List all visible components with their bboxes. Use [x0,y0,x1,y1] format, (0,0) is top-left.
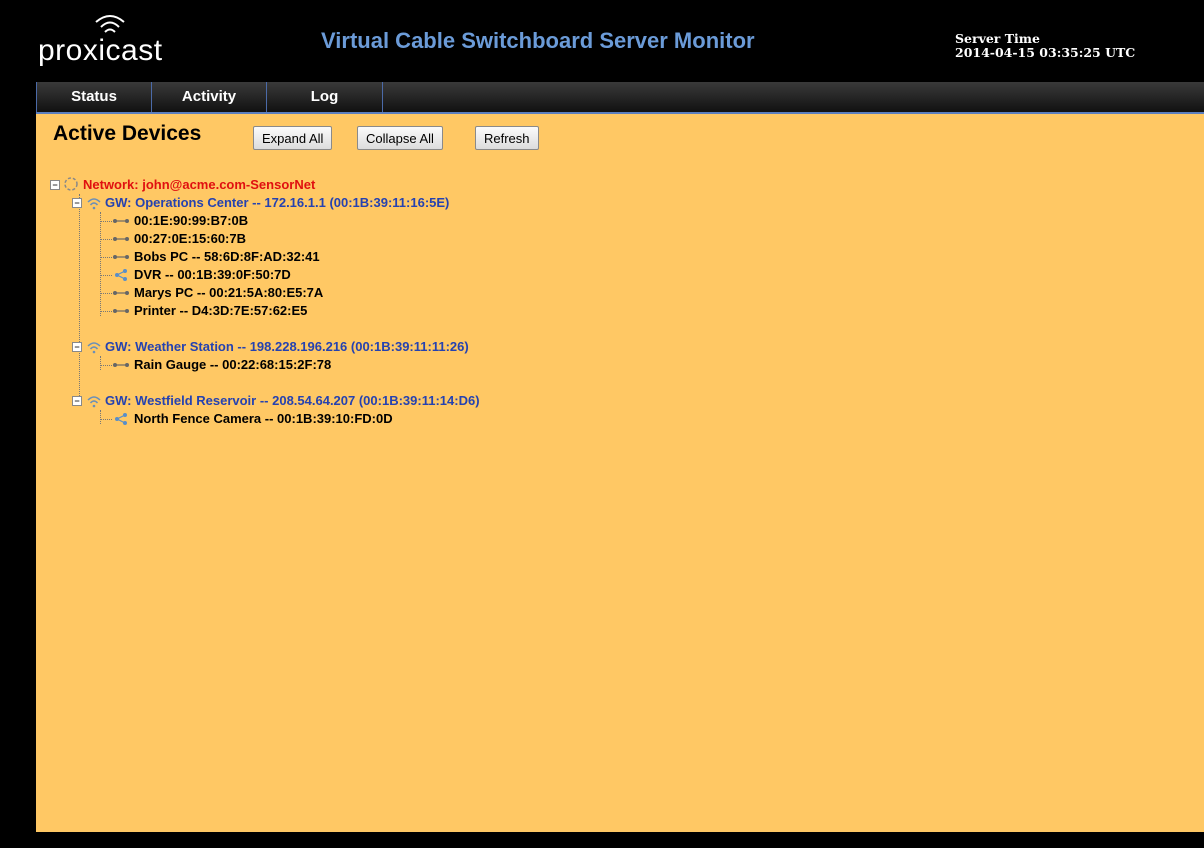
share-icon [115,269,127,281]
device-label: 00:1E:90:99:B7:0B [134,213,249,228]
device-label: 00:27:0E:15:60:7B [134,231,247,246]
tab-log[interactable]: Log [266,82,383,112]
header: proxicast Virtual Cable Switchboard Serv… [36,0,1204,80]
tree-connector [100,356,101,370]
gateway-label: GW: Westfield Reservoir -- 208.54.64.207… [105,393,480,408]
main-content: Active Devices Expand All Collapse All R… [36,114,1204,832]
page-title: Active Devices [53,122,202,145]
device-label: North Fence Camera -- 00:1B:39:10:FD:0D [134,411,393,426]
device-tree: − Network: john@acme.com-SensorNet − GW:… [50,176,1150,506]
tab-status[interactable]: Status [36,82,152,112]
wifi-icon [87,198,101,210]
wifi-icon [87,342,101,354]
collapse-toggle-icon[interactable]: − [72,198,82,208]
server-time-value: 2014-04-15 03:35:25 UTC [955,45,1136,60]
logo: proxicast [36,8,196,72]
app-frame: proxicast Virtual Cable Switchboard Serv… [0,0,1204,848]
network-icon [64,177,78,191]
cable-icon [113,309,129,313]
collapse-toggle-icon[interactable]: − [72,396,82,406]
device-label: DVR -- 00:1B:39:0F:50:7D [134,267,291,282]
collapse-toggle-icon[interactable]: − [72,342,82,352]
server-time-label: Server Time [955,31,1040,46]
collapse-toggle-icon[interactable]: − [50,180,60,190]
expand-all-button[interactable]: Expand All [253,126,333,150]
wifi-icon [87,396,101,408]
share-icon [115,413,127,425]
app-title: Virtual Cable Switchboard Server Monitor [321,28,755,53]
device-label: Printer -- D4:3D:7E:57:62:E5 [134,303,308,318]
cable-icon [113,219,129,223]
logo-text: proxicast [38,34,163,67]
cable-icon [113,363,129,367]
tab-activity[interactable]: Activity [151,82,267,112]
network-label: Network: john@acme.com-SensorNet [83,177,316,192]
nav-bar: Status Activity Log [36,82,1204,114]
tree-connector [100,410,101,424]
server-time: Server Time 2014-04-15 03:35:25 UTC [955,32,1135,60]
cable-icon [113,237,129,241]
cable-icon [113,255,129,259]
gateway-label: GW: Operations Center -- 172.16.1.1 (00:… [105,195,450,210]
tree-connector [100,212,101,316]
gateway-label: GW: Weather Station -- 198.228.196.216 (… [105,339,469,354]
device-label: Bobs PC -- 58:6D:8F:AD:32:41 [134,249,320,264]
device-label: Rain Gauge -- 00:22:68:15:2F:78 [134,357,332,372]
device-label: Marys PC -- 00:21:5A:80:E5:7A [134,285,324,300]
refresh-button[interactable]: Refresh [475,126,539,150]
cable-icon [113,291,129,295]
collapse-all-button[interactable]: Collapse All [357,126,443,150]
tree-connector [79,194,80,402]
